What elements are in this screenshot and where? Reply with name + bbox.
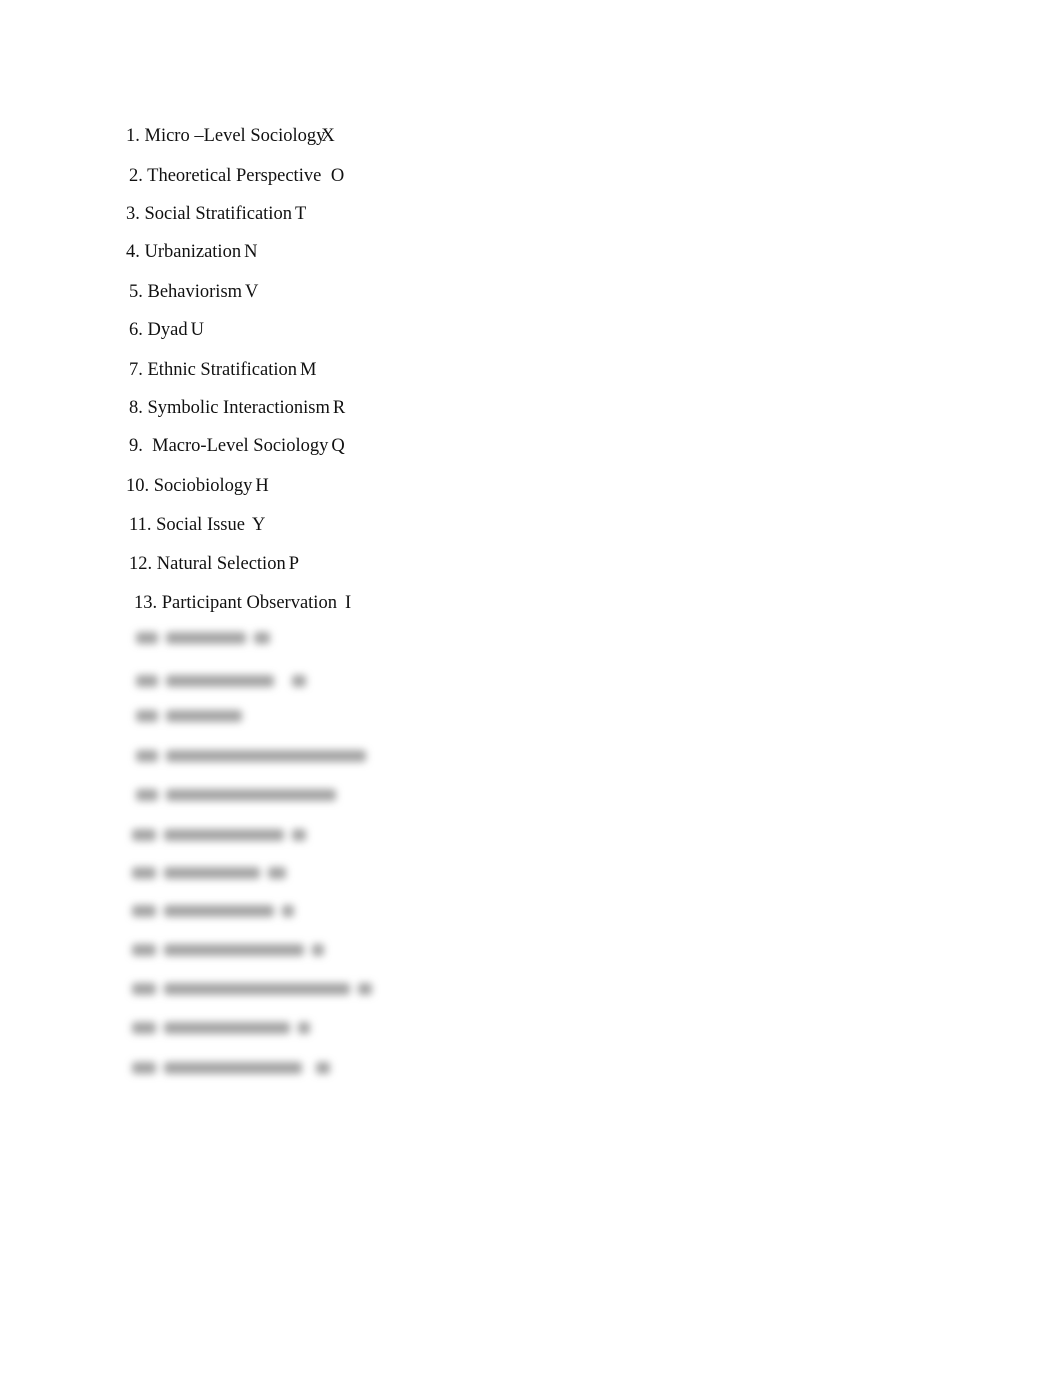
item-number: 9. [129,436,148,456]
item-term: Social Issue [156,515,245,535]
item-number: 5. [129,282,143,302]
blurred-list-item [136,673,306,689]
item-term: Participant Observation [161,593,337,613]
item-number: 7. [129,360,143,380]
blurred-list-item [132,981,372,997]
item-number: 13. [134,593,158,613]
list-item: 2. Theoretical Perspective O [129,167,344,186]
item-answer: I [344,593,352,613]
item-term: Behaviorism [147,282,243,302]
item-number: 6. [129,320,143,340]
item-term: Symbolic Interactionism [147,398,330,418]
blurred-list-item [132,827,306,843]
item-number: 4. [126,242,140,262]
item-answer: P [288,554,299,574]
item-number: 11. [129,515,152,535]
item-answer: N [244,242,258,262]
item-answer: T [294,204,307,224]
item-term: Dyad [147,320,188,340]
item-term: Micro –Level Sociology [144,126,326,146]
list-item: 7. Ethnic Stratification M [129,361,316,380]
item-term: Urbanization [144,242,242,262]
item-answer: R [332,398,346,418]
item-term: Sociobiology [153,476,253,496]
item-term: Ethnic Stratification [147,360,298,380]
item-answer: X [321,126,335,146]
item-number: 2. [129,166,143,186]
list-item: 3. Social Stratification T [126,205,306,224]
item-term: Macro-Level Sociology [152,436,329,456]
list-item: 4. Urbanization N [126,243,257,262]
list-item: 9. Macro-Level Sociology Q [129,437,345,456]
list-item: 11. Social Issue Y [129,516,265,535]
item-number: 10. [126,476,150,496]
blurred-list-item [136,630,270,646]
blurred-list-item [132,1060,330,1076]
item-term: Natural Selection [156,554,286,574]
blurred-list-item [132,903,294,919]
item-answer: Y [251,515,266,535]
blurred-list-item [136,748,366,764]
item-answer: M [300,360,317,380]
list-item: 5. Behaviorism V [129,283,258,302]
item-number: 8. [129,398,143,418]
blurred-list-item [136,787,336,803]
list-item: 10. Sociobiology H [126,477,269,496]
item-answer: U [190,320,204,340]
list-item: 1. Micro –Level SociologyX [126,127,335,146]
list-item: 12. Natural Selection P [129,555,299,574]
item-answer: V [245,282,259,302]
document-page: 1. Micro –Level SociologyX 2. Theoretica… [0,0,1062,1377]
list-item: 6. Dyad U [129,321,204,340]
blurred-list-item [132,942,324,958]
item-term: Theoretical Perspective [147,166,326,186]
item-number: 12. [129,554,153,574]
item-term: Social Stratification [144,204,292,224]
item-answer: O [330,166,345,186]
blurred-list-item [136,708,242,724]
item-number: 3. [126,204,140,224]
item-answer: H [255,476,269,496]
blurred-list-item [132,865,286,881]
list-item: 13. Participant Observation I [134,594,351,613]
item-number: 1. [126,126,140,146]
item-answer: Q [331,436,345,456]
blurred-list-item [132,1020,310,1036]
list-item: 8. Symbolic Interactionism R [129,399,345,418]
